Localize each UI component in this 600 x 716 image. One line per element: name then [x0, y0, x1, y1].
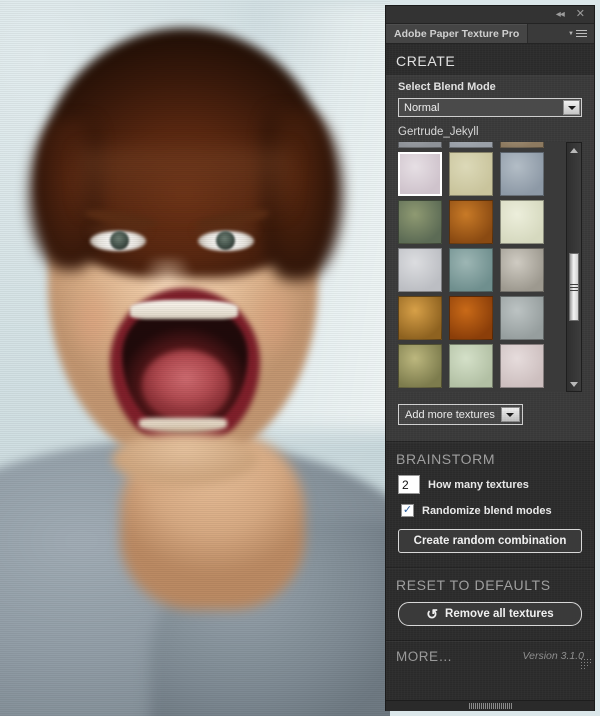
- texture-pale-ivory[interactable]: [500, 200, 544, 244]
- remove-all-textures-button[interactable]: ↺ Remove all textures: [398, 602, 582, 626]
- grip-lines-icon: [468, 703, 512, 709]
- blend-mode-select[interactable]: Normal: [398, 98, 582, 117]
- texture-grey-concrete[interactable]: [398, 248, 442, 292]
- tongue: [142, 350, 230, 420]
- texture-row0-1[interactable]: [398, 142, 442, 148]
- texture-grid-scroll: [398, 142, 553, 388]
- chin: [112, 432, 258, 486]
- chevron-down-icon[interactable]: [563, 100, 580, 115]
- tab-adobe-paper-texture-pro[interactable]: Adobe Paper Texture Pro: [386, 24, 529, 43]
- tab-label: Adobe Paper Texture Pro: [394, 27, 520, 40]
- reset-heading: RESET TO DEFAULTS: [396, 577, 551, 593]
- scrollbar-grip-icon: [570, 282, 578, 293]
- texture-row0-3[interactable]: [500, 142, 544, 148]
- randomize-label: Randomize blend modes: [422, 504, 552, 517]
- close-icon[interactable]: ✕: [576, 9, 585, 20]
- tabbar-spacer: [528, 24, 568, 43]
- texture-blue-slate[interactable]: [500, 152, 544, 196]
- texture-olive-mist[interactable]: [398, 200, 442, 244]
- blend-mode-label: Select Blend Mode: [398, 81, 496, 93]
- texture-blush-pink[interactable]: [500, 344, 544, 388]
- resize-grip-icon[interactable]: [581, 659, 591, 669]
- texture-set-name: Gertrude_Jekyll: [398, 126, 479, 138]
- scroll-up-arrow[interactable]: [567, 143, 581, 157]
- texture-count-row: 2 How many textures: [386, 473, 594, 494]
- iris-right: [216, 231, 235, 250]
- panel-titlebar: ◂◂ ✕: [386, 6, 594, 24]
- blend-mode-field: Select Blend Mode Normal: [386, 75, 594, 117]
- texture-grey-marble[interactable]: [500, 248, 544, 292]
- add-more-textures-label: Add more textures: [405, 408, 495, 421]
- portrait-photo: [0, 0, 390, 716]
- texture-teal-stone[interactable]: [449, 248, 493, 292]
- hamburger-icon: [576, 28, 587, 39]
- panel-menu-icon[interactable]: ▼: [568, 24, 594, 43]
- texture-grid: [398, 142, 553, 388]
- scrollbar-thumb[interactable]: [569, 253, 579, 321]
- texture-moss-mottled[interactable]: [398, 344, 442, 388]
- texture-orange-wood[interactable]: [449, 200, 493, 244]
- texture-scrollbar[interactable]: [566, 142, 582, 392]
- texture-cream-parchment[interactable]: [449, 152, 493, 196]
- texture-amber-glow[interactable]: [398, 296, 442, 340]
- texture-row0-2[interactable]: [449, 142, 493, 148]
- create-random-combination-label: Create random combination: [413, 535, 567, 547]
- create-heading: CREATE: [396, 53, 456, 69]
- collapse-icon[interactable]: ◂◂: [556, 9, 565, 20]
- remove-all-textures-label: Remove all textures: [445, 608, 554, 620]
- panel-tabbar: Adobe Paper Texture Pro ▼: [386, 24, 594, 44]
- scroll-down-arrow[interactable]: [567, 377, 581, 391]
- paper-texture-pro-panel: ◂◂ ✕ Adobe Paper Texture Pro ▼ CREATE Se…: [386, 6, 594, 710]
- brainstorm-heading: BRAINSTORM: [396, 451, 496, 467]
- add-more-textures-button[interactable]: Add more textures: [398, 404, 523, 425]
- panel-bottom-grip[interactable]: [386, 700, 594, 711]
- chevron-down-icon[interactable]: [500, 407, 520, 422]
- brainstorm-section: BRAINSTORM 2 How many textures ✓ Randomi…: [386, 442, 594, 567]
- reset-section: RESET TO DEFAULTS ↺ Remove all textures: [386, 568, 594, 640]
- blend-mode-value: Normal: [404, 101, 440, 114]
- chevron-down-icon: ▼: [568, 30, 574, 37]
- texture-rust-grunge[interactable]: [449, 296, 493, 340]
- texture-mint-soft[interactable]: [449, 344, 493, 388]
- undo-icon: ↺: [426, 605, 439, 622]
- create-block: Select Blend Mode Normal Gertrude_Jekyll: [386, 75, 594, 441]
- create-random-combination-button[interactable]: Create random combination: [398, 529, 582, 553]
- create-section: CREATE Select Blend Mode Normal Gertrude…: [386, 44, 594, 441]
- randomize-row: ✓ Randomize blend modes: [386, 494, 594, 517]
- upper-teeth: [130, 300, 238, 319]
- more-link[interactable]: MORE…: [396, 649, 453, 664]
- iris-left: [110, 231, 129, 250]
- texture-lavender-wash[interactable]: [398, 152, 442, 196]
- panel-footer: MORE… Version 3.1.0: [386, 641, 594, 671]
- lower-teeth: [139, 418, 227, 432]
- texture-count-input[interactable]: 2: [398, 475, 420, 494]
- texture-count-label: How many textures: [428, 478, 529, 491]
- texture-grid-area: [398, 142, 582, 392]
- scrollbar-track[interactable]: [567, 157, 581, 377]
- version-label: Version 3.1.0: [522, 650, 584, 662]
- texture-pale-blue-grey[interactable]: [500, 296, 544, 340]
- randomize-checkbox[interactable]: ✓: [401, 504, 414, 517]
